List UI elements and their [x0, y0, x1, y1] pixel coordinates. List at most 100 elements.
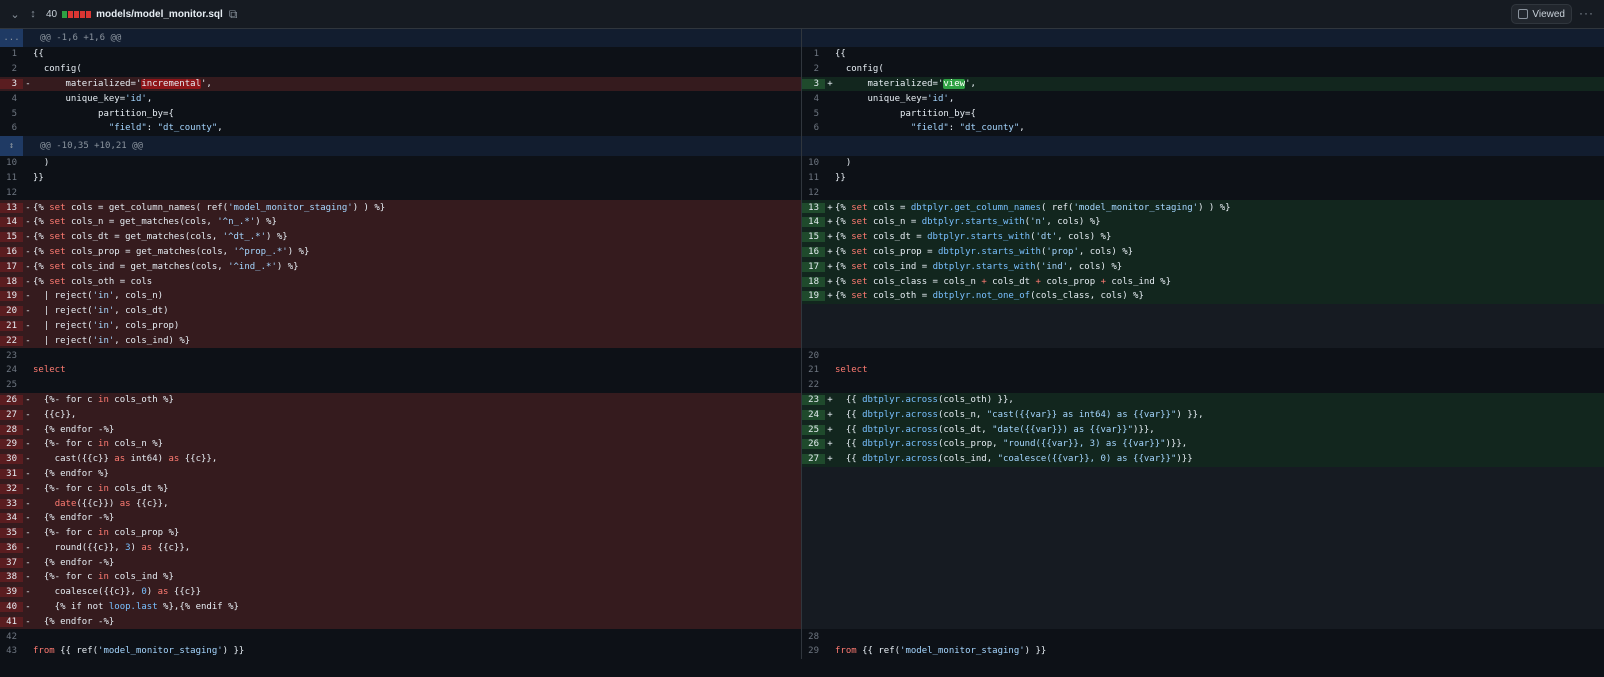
line-number[interactable]: 39 [0, 587, 23, 598]
line-number[interactable]: 38 [0, 572, 23, 583]
code-line: 10 ) [0, 156, 801, 171]
line-number[interactable]: 12 [802, 188, 825, 198]
line-number[interactable]: 2 [802, 64, 825, 74]
line-number[interactable]: 4 [802, 94, 825, 104]
checkbox-icon [1518, 9, 1529, 19]
line-number[interactable]: 2 [0, 64, 23, 74]
line-number[interactable]: 27 [0, 409, 23, 420]
line-number[interactable]: 15 [802, 232, 825, 243]
line-number[interactable]: 42 [0, 632, 23, 642]
code-text: {%- for c in cols_ind %} [33, 572, 174, 583]
line-number[interactable]: 14 [802, 217, 825, 228]
code-text: partition_by={ [835, 108, 976, 119]
line-number[interactable]: 41 [0, 616, 23, 627]
viewed-checkbox[interactable]: Viewed [1511, 4, 1572, 24]
chevron-down-icon[interactable]: ⌄ [8, 8, 22, 21]
line-number[interactable]: 3 [802, 78, 825, 89]
empty-line [802, 466, 1604, 482]
line-number[interactable]: 12 [0, 188, 23, 198]
line-number[interactable]: 17 [0, 261, 23, 272]
line-number[interactable]: 21 [0, 320, 23, 331]
line-number[interactable]: 13 [0, 202, 23, 213]
line-number[interactable]: 6 [802, 123, 825, 133]
line-number[interactable]: 19 [0, 291, 23, 302]
line-number[interactable]: 23 [0, 351, 23, 361]
code-line-deleted: 22- | reject('in', cols_ind) %} [0, 333, 801, 349]
line-number[interactable]: 23 [802, 394, 825, 405]
line-number[interactable]: 25 [0, 380, 23, 390]
code-line-deleted: 34- {% endfor -%} [0, 510, 801, 526]
line-number[interactable]: 25 [802, 424, 825, 435]
code-text: "field": "dt_county", [910, 123, 1025, 134]
code-line-deleted: 39- coalesce({{c}}, 0) as {{c}} [0, 584, 801, 600]
line-number[interactable]: 31 [0, 468, 23, 479]
kebab-horizontal-icon[interactable]: ··· [1579, 6, 1594, 20]
line-number[interactable]: 16 [0, 246, 23, 257]
line-number[interactable]: 20 [802, 351, 825, 361]
diff-marker: + [827, 261, 833, 272]
line-number[interactable]: 1 [0, 49, 23, 59]
line-number[interactable]: 13 [802, 202, 825, 213]
line-number[interactable]: 30 [0, 454, 23, 465]
line-number[interactable]: 17 [802, 261, 825, 272]
line-number[interactable]: 11 [0, 173, 23, 183]
line-number[interactable]: 24 [802, 409, 825, 420]
code-text: {%- for c in cols_prop %} [33, 528, 180, 539]
code-text: | reject('in', cols_prop) [33, 320, 180, 331]
line-number[interactable]: 35 [0, 528, 23, 539]
code-line: 25 [0, 378, 801, 393]
copy-icon[interactable]: ⧉ [229, 7, 238, 22]
line-number[interactable]: 29 [0, 439, 23, 450]
line-number[interactable]: 14 [0, 217, 23, 228]
code-line: 6 "field": "dt_county", [802, 121, 1604, 136]
line-number[interactable]: 10 [0, 158, 23, 168]
line-number[interactable]: 4 [0, 94, 23, 104]
diff-marker: - [25, 232, 31, 243]
line-number[interactable]: 21 [802, 365, 825, 375]
line-number[interactable]: 15 [0, 232, 23, 243]
line-number[interactable]: 40 [0, 602, 23, 613]
unfold-icon[interactable]: ↕ [0, 135, 23, 156]
line-number[interactable]: 26 [802, 439, 825, 450]
line-number[interactable]: 24 [0, 365, 23, 375]
file-header: ⌄ ↕ 40 models/model_monitor.sql ⧉ Viewed… [0, 0, 1604, 29]
line-number[interactable]: 6 [0, 123, 23, 133]
code-line: 4 unique_key='id', [0, 91, 801, 106]
line-number[interactable]: 5 [0, 109, 23, 119]
line-number[interactable]: 18 [0, 276, 23, 287]
line-number[interactable]: 28 [0, 424, 23, 435]
expand-icon[interactable]: ... [0, 29, 23, 47]
code-text: {% set cols = dbtplyr.get_column_names( … [835, 202, 1231, 213]
line-number[interactable]: 5 [802, 109, 825, 119]
line-number[interactable]: 18 [802, 276, 825, 287]
line-number[interactable]: 26 [0, 394, 23, 405]
code-line-deleted: 16- {% set cols_prop = get_matches(cols, … [0, 244, 801, 260]
line-number[interactable]: 22 [802, 380, 825, 390]
code-text: materialized='incremental', [33, 78, 212, 89]
line-number[interactable]: 37 [0, 557, 23, 568]
line-number[interactable]: 22 [0, 335, 23, 346]
line-number[interactable]: 11 [802, 173, 825, 183]
diff-marker: - [25, 217, 31, 228]
line-number[interactable]: 32 [0, 483, 23, 494]
code-line-deleted: 35- {%- for c in cols_prop %} [0, 525, 801, 541]
line-number[interactable]: 1 [802, 49, 825, 59]
line-number[interactable]: 34 [0, 513, 23, 524]
line-number[interactable]: 19 [802, 291, 825, 302]
empty-line [802, 318, 1604, 334]
code-line: 23 [0, 348, 801, 363]
line-number[interactable]: 29 [802, 646, 825, 656]
line-number[interactable]: 3 [0, 78, 23, 89]
line-number[interactable]: 43 [0, 646, 23, 656]
line-number[interactable]: 20 [0, 306, 23, 317]
line-number[interactable]: 10 [802, 158, 825, 168]
line-number[interactable]: 27 [802, 454, 825, 465]
file-name[interactable]: models/model_monitor.sql [96, 9, 223, 20]
line-number[interactable]: 36 [0, 542, 23, 553]
line-number[interactable]: 16 [802, 246, 825, 257]
code-text: {% set cols_prop = dbtplyr.starts_with('… [835, 246, 1134, 257]
diffstat [62, 10, 92, 18]
unfold-icon[interactable]: ↕ [26, 8, 40, 20]
line-number[interactable]: 28 [802, 632, 825, 642]
line-number[interactable]: 33 [0, 498, 23, 509]
